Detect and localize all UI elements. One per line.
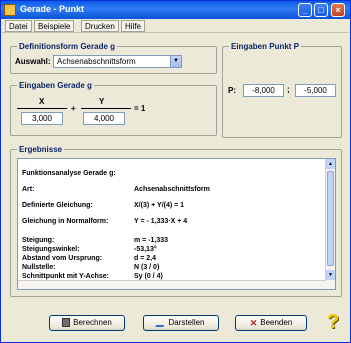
- result-label-schnittpunkt: Schnittpunkt mit Y-Achse:: [22, 273, 109, 280]
- result-label-abstand: Abstand vom Ursprung:: [22, 255, 103, 262]
- menu-datei[interactable]: Datei: [5, 20, 32, 32]
- line-input-group: Eingaben Gerade g X 3,000 + Y 4,000 = 1: [10, 81, 217, 136]
- result-value-art: Achsenabschnittsform: [134, 186, 210, 193]
- scroll-down-icon[interactable]: ▼: [326, 270, 335, 280]
- point-x-input[interactable]: -8,000: [243, 84, 284, 97]
- results-textbox[interactable]: Funktionsanalyse Gerade g: Art: Achsenab…: [17, 158, 336, 290]
- app-icon: [4, 4, 16, 16]
- definition-group: Definitionsform Gerade g Auswahl: Achsen…: [10, 42, 217, 74]
- title-bar: Gerade - Punkt _ □ ×: [1, 1, 350, 19]
- auswahl-label: Auswahl:: [15, 57, 51, 66]
- result-value-gleichung: X/(3) + Y/(4) = 1: [134, 202, 185, 209]
- plus-sign: +: [71, 104, 76, 113]
- line-group-title: Eingaben Gerade g: [17, 81, 94, 90]
- plot-icon: [155, 318, 168, 328]
- point-y-input[interactable]: -5,000: [295, 84, 336, 97]
- beenden-label: Beenden: [260, 318, 293, 328]
- equals-one: = 1: [134, 104, 146, 113]
- app-window: Gerade - Punkt _ □ × Datei Beispiele Dru…: [0, 0, 351, 343]
- results-heading: Funktionsanalyse Gerade g:: [22, 170, 116, 177]
- darstellen-button[interactable]: Darstellen: [143, 315, 219, 331]
- definition-form-value: Achsenabschnittsform: [57, 57, 136, 66]
- result-label-art: Art:: [22, 186, 35, 193]
- menu-hilfe[interactable]: Hilfe: [121, 20, 146, 32]
- point-group-title: Eingaben Punkt P: [229, 42, 302, 51]
- result-label-winkel: Steigungswinkel:: [22, 246, 80, 253]
- result-value-schnittpunkt: Sy (0 / 4): [134, 273, 163, 280]
- menu-bar: Datei Beispiele Drucken Hilfe: [2, 19, 349, 33]
- y-denominator-input[interactable]: 4,000: [83, 112, 125, 125]
- menu-drucken[interactable]: Drucken: [81, 20, 119, 32]
- minimize-button[interactable]: _: [298, 3, 312, 17]
- x-numerator: X: [39, 97, 45, 106]
- x-denominator-input[interactable]: 3,000: [21, 112, 63, 125]
- bottom-button-bar: Berechnen Darstellen ✕ Beenden ?: [5, 303, 347, 341]
- y-fraction-line: [81, 108, 131, 109]
- results-group-title: Ergebnisse: [17, 145, 65, 154]
- result-value-winkel: -53,13°: [134, 246, 157, 253]
- result-value-steigung: m = -1,333: [134, 237, 169, 244]
- berechnen-button[interactable]: Berechnen: [49, 315, 125, 331]
- help-icon[interactable]: ?: [327, 311, 339, 334]
- calculator-icon: [62, 318, 71, 328]
- window-title: Gerade - Punkt: [20, 4, 85, 14]
- point-input-group: Eingaben Punkt P P: -8,000 ; -5,000: [222, 42, 342, 138]
- point-separator: ;: [287, 85, 290, 94]
- scroll-up-icon[interactable]: ▲: [326, 159, 335, 169]
- berechnen-label: Berechnen: [73, 318, 112, 327]
- y-numerator: Y: [99, 97, 105, 106]
- definition-form-select[interactable]: Achsenabschnittsform ▼: [53, 55, 182, 68]
- scroll-thumb[interactable]: [327, 171, 334, 266]
- result-value-abstand: d = 2,4: [134, 255, 156, 262]
- result-value-nullstelle: N (3 / 0): [134, 264, 160, 271]
- horizontal-scrollbar[interactable]: [18, 280, 326, 289]
- close-window-button[interactable]: ×: [331, 3, 345, 17]
- definition-group-title: Definitionsform Gerade g: [17, 42, 118, 51]
- vertical-scrollbar[interactable]: ▲ ▼: [325, 159, 335, 289]
- result-label-steigung: Steigung:: [22, 237, 55, 244]
- x-fraction-line: [17, 108, 67, 109]
- result-value-normalform: Y = - 1,333·X + 4: [134, 218, 188, 225]
- point-label: P:: [228, 86, 236, 95]
- maximize-button[interactable]: □: [314, 3, 328, 17]
- darstellen-label: Darstellen: [168, 318, 205, 327]
- result-label-gleichung: Definierte Gleichung:: [22, 202, 93, 209]
- close-icon: ✕: [249, 318, 258, 328]
- menu-beispiele[interactable]: Beispiele: [34, 20, 75, 32]
- result-label-normalform: Gleichung in Normalform:: [22, 218, 109, 225]
- beenden-button[interactable]: ✕ Beenden: [235, 315, 307, 331]
- chevron-down-icon[interactable]: ▼: [170, 56, 181, 67]
- result-label-nullstelle: Nullstelle:: [22, 264, 56, 271]
